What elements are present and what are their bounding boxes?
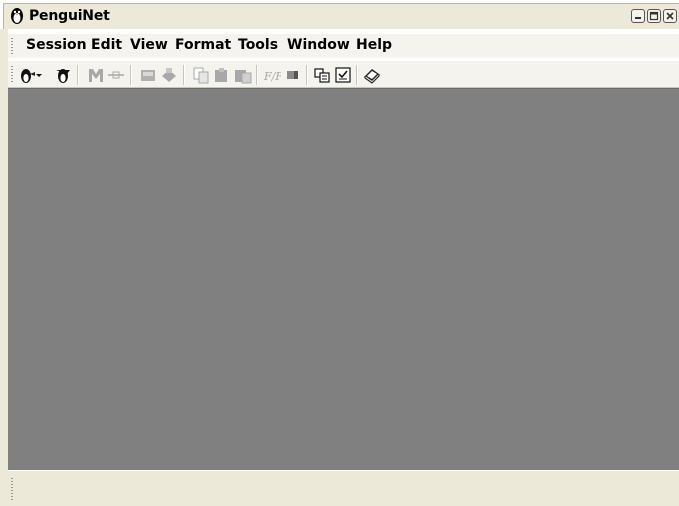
maximize-button[interactable] [647, 9, 661, 23]
statusbar-grip[interactable] [11, 478, 13, 500]
window-frame-left [0, 29, 8, 506]
font-icon: F/F [263, 70, 281, 83]
svg-text:F/F: F/F [263, 70, 281, 83]
toolbar-separator [256, 65, 258, 85]
penguin-disconnect-icon[interactable] [54, 66, 72, 84]
toolbar-separator [356, 65, 358, 85]
print-icon [162, 68, 176, 82]
menu-edit[interactable]: Edit [91, 37, 122, 53]
window-title: PenguiNet [29, 8, 110, 24]
menu-window[interactable]: Window [287, 37, 350, 53]
status-bar [8, 470, 679, 506]
profiles-icon[interactable] [313, 66, 331, 84]
app-window: PenguiNet Session Edit View Format Tools… [0, 0, 679, 506]
title-bar[interactable]: PenguiNet [3, 3, 679, 29]
copy-paste-icon [235, 70, 252, 84]
menu-view[interactable]: View [130, 37, 168, 53]
close-icon [666, 12, 674, 20]
toolbar-grip[interactable] [11, 66, 13, 84]
session-workspace[interactable] [8, 88, 679, 471]
port-forward-icon [108, 71, 124, 79]
toolbar-separator [306, 65, 308, 85]
options-icon[interactable] [334, 66, 352, 84]
paste-icon [215, 68, 227, 82]
menubar-grip[interactable] [11, 38, 13, 54]
penguin-app-icon [11, 8, 23, 24]
minimize-icon [635, 17, 641, 19]
menu-session[interactable]: Session [26, 37, 87, 53]
sftp-icon [89, 69, 103, 82]
close-button[interactable] [663, 9, 677, 23]
copy-icon [193, 67, 209, 84]
toolbar-separator [183, 65, 185, 85]
toolbar-separator [77, 65, 79, 85]
minimize-button[interactable] [631, 9, 645, 23]
color-icon [287, 71, 298, 79]
help-book-icon[interactable] [363, 66, 381, 84]
menu-help[interactable]: Help [356, 37, 392, 53]
maximize-icon [649, 11, 659, 21]
menu-bar: Session Edit View Format Tools Window He… [8, 34, 679, 58]
menu-format[interactable]: Format [175, 37, 231, 53]
dropdown-arrow-icon[interactable] [34, 66, 44, 84]
toolbar-separator [130, 65, 132, 85]
menu-tools[interactable]: Tools [238, 37, 278, 53]
print-setup-icon [141, 70, 155, 81]
toolbar: F/F [8, 60, 679, 88]
